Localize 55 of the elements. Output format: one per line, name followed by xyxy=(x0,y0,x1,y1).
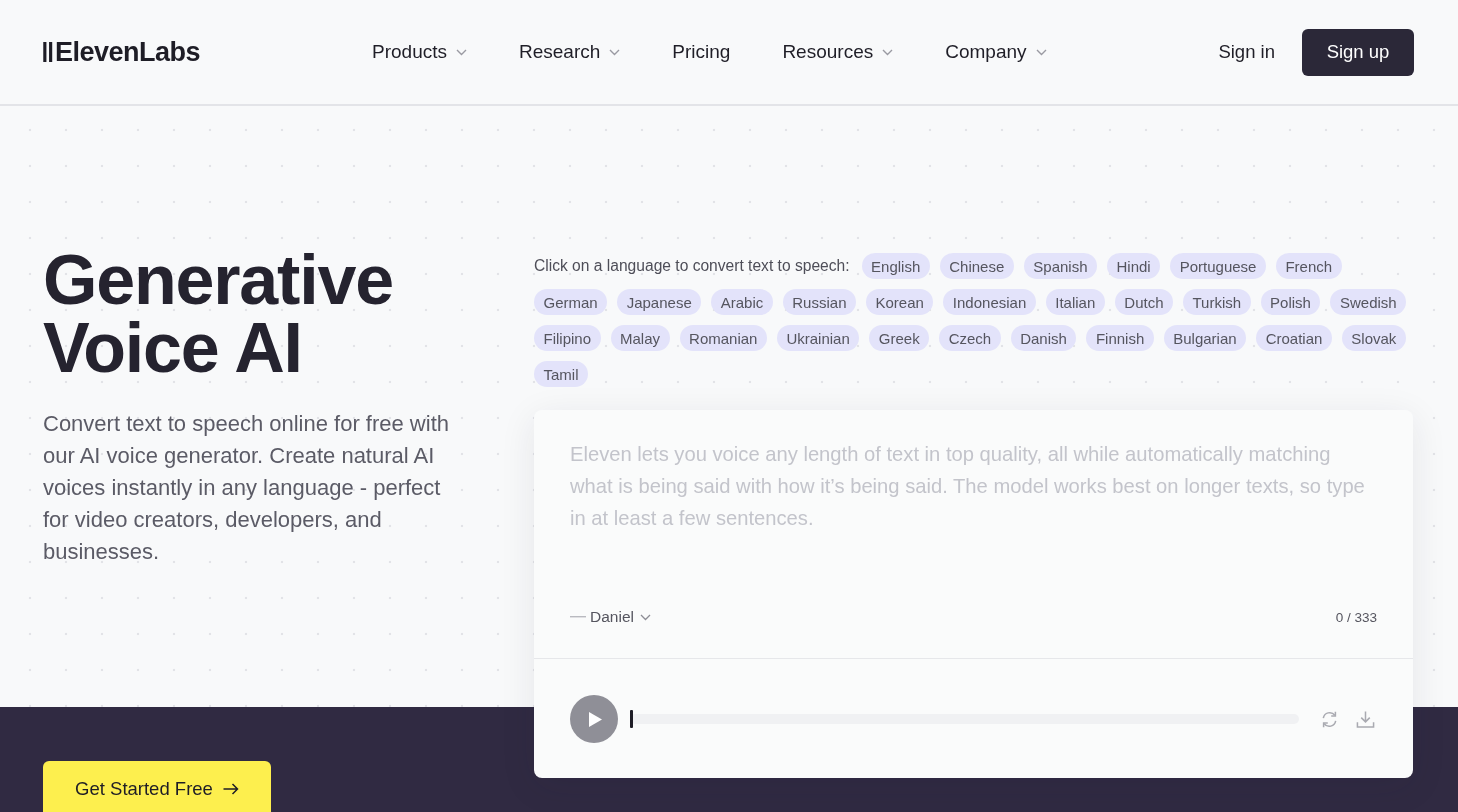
chevron-down-icon xyxy=(882,48,894,56)
logo-bars-icon xyxy=(43,42,53,62)
hero-description: Convert text to speech online for free with our AI voice generator. Create natural AI voices instantly in any language - perfect for video creators, developers, and businesses. xyxy=(43,410,450,566)
brand-logo[interactable]: ElevenLabs xyxy=(43,36,203,68)
language-chip[interactable]: Malay xyxy=(610,325,670,351)
language-chip[interactable]: Finnish xyxy=(1086,325,1154,351)
language-chip[interactable]: Russian xyxy=(782,289,856,315)
nav-link[interactable]: Pricing xyxy=(672,41,731,63)
language-chip[interactable]: Portuguese xyxy=(1170,253,1266,279)
language-chip[interactable]: Chinese xyxy=(939,253,1014,279)
arrow-right-icon xyxy=(222,782,239,795)
language-chip[interactable]: Bulgarian xyxy=(1163,325,1247,351)
hero-heading: Generative Voice AI xyxy=(43,246,394,382)
chevron-down-icon xyxy=(609,48,621,56)
language-chip[interactable]: Greek xyxy=(869,325,930,351)
nav-link[interactable]: Resources xyxy=(782,41,894,63)
language-chip[interactable]: German xyxy=(534,289,608,315)
progress-thumb[interactable] xyxy=(630,710,633,728)
language-chip[interactable]: Tamil xyxy=(534,361,588,387)
language-chip[interactable]: Dutch xyxy=(1114,289,1173,315)
language-chip[interactable]: Ukrainian xyxy=(776,325,860,351)
nav-link[interactable]: Products xyxy=(372,41,467,63)
language-chip[interactable]: Croatian xyxy=(1256,325,1332,351)
language-prompt: Click on a language to convert text to speech: xyxy=(534,257,850,275)
get-started-button[interactable]: Get Started Free xyxy=(43,761,271,812)
language-chip[interactable]: Danish xyxy=(1010,325,1077,351)
nav-link[interactable]: Company xyxy=(945,41,1047,63)
play-button[interactable] xyxy=(570,695,618,743)
language-chip[interactable]: Polish xyxy=(1260,289,1321,315)
language-chip[interactable]: French xyxy=(1275,253,1342,279)
language-chip[interactable]: Italian xyxy=(1045,289,1105,315)
chevron-down-icon xyxy=(639,613,651,621)
dash-icon xyxy=(570,616,586,618)
language-chip[interactable]: Spanish xyxy=(1023,253,1097,279)
language-chip[interactable]: Indonesian xyxy=(943,289,1036,315)
chevron-down-icon xyxy=(456,48,467,56)
language-chip[interactable]: Swedish xyxy=(1330,289,1407,315)
sign-up-button[interactable]: Sign up xyxy=(1302,28,1414,76)
language-chip[interactable]: Japanese xyxy=(617,289,702,315)
nav-link[interactable]: Research xyxy=(519,41,621,63)
language-chip[interactable]: Arabic xyxy=(711,289,773,315)
language-chip[interactable]: Slovak xyxy=(1341,325,1406,351)
language-chip[interactable]: Hindi xyxy=(1107,253,1161,279)
language-chip[interactable]: Czech xyxy=(939,325,1001,351)
character-counter: 0 / 333 xyxy=(1335,609,1377,625)
language-chip[interactable]: Romanian xyxy=(679,325,767,351)
chevron-down-icon xyxy=(1035,48,1047,56)
language-chip[interactable]: Korean xyxy=(866,289,934,315)
sign-in-link[interactable]: Sign in xyxy=(1218,41,1275,63)
download-icon xyxy=(1355,709,1375,729)
voice-selector[interactable]: Daniel xyxy=(570,608,651,626)
language-chip[interactable]: English xyxy=(861,253,930,279)
language-chip[interactable]: Turkish xyxy=(1183,289,1251,315)
language-chip[interactable]: Filipino xyxy=(534,325,601,351)
play-icon xyxy=(589,711,602,727)
